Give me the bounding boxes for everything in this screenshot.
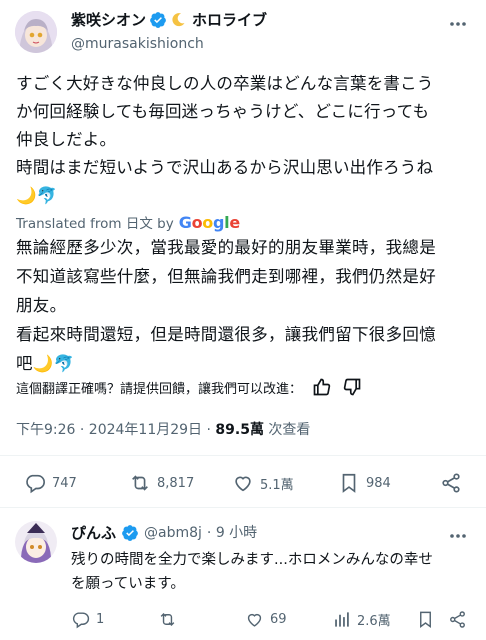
reply-author-avatar[interactable] [15,521,57,563]
reply-author-handle[interactable]: @abm8j [144,524,202,542]
author-handle[interactable]: @murasakishionch [71,35,204,53]
reply-author-name[interactable]: ぴんふ [71,524,116,542]
reply-bookmark-button[interactable] [416,610,435,629]
analytics-icon [332,610,351,629]
thumbs-down-icon[interactable] [342,377,362,397]
share-icon [440,472,462,494]
reply-repost-button[interactable] [158,610,177,629]
heart-icon [232,472,254,494]
verified-badge-icon [149,11,167,29]
reply-reply-button[interactable]: 1 [71,610,104,629]
verified-badge-icon [121,524,139,542]
more-options-icon[interactable] [448,14,468,34]
author-badge: ホロライブ [192,11,268,29]
like-button[interactable]: 5.1萬 [232,472,294,494]
like-count: 5.1萬 [260,477,294,493]
reply-analytics-button[interactable]: 2.6萬 [332,610,391,629]
repost-button[interactable]: 8,817 [129,472,194,494]
crescent-moon-icon [170,12,186,28]
reply-time[interactable]: · 9 小時 [207,524,257,542]
repost-count: 8,817 [157,475,195,491]
share-button[interactable] [440,472,462,494]
reply-reply-count: 1 [96,612,105,627]
thumbs-up-icon[interactable] [312,377,332,397]
repost-icon [129,472,151,494]
author-name[interactable]: 紫咲シオン [71,11,146,29]
reply-text: 残りの時間を全力で楽しみます...ホロメンみんなの幸せ を願っています。 [71,552,433,592]
timestamp[interactable]: 下午9:26 · 2024年11月29日 · [16,422,211,438]
translated-from-label: Translated from 日文 by [16,216,174,232]
reply-share-button[interactable] [448,610,467,629]
google-logo: Google [178,212,240,232]
reply-count: 747 [52,475,77,491]
view-label: 次查看 [268,422,311,438]
bookmark-count: 984 [366,475,391,491]
bookmark-button[interactable]: 984 [338,472,391,494]
more-options-icon[interactable] [448,526,468,546]
author-name-row[interactable]: 紫咲シオン ホロライブ [71,11,267,29]
bookmark-icon [416,610,435,629]
divider [0,455,486,456]
author-avatar[interactable] [15,11,57,53]
tweet-text: すごく大好きな仲良しの人の卒業はどんな言葉を書こう か何回経験しても毎回迷っちゃ… [16,74,434,205]
reply-icon [71,610,90,629]
translation-feedback: 這個翻譯正確嗎？請提供回饋，讓我們可以改進： [16,377,362,397]
translation-attribution: Translated from 日文 by Google [16,212,240,233]
bookmark-icon [338,472,360,494]
tweet-meta: 下午9:26 · 2024年11月29日 · 89.5萬 次查看 [16,419,310,439]
reply-icon [24,472,46,494]
reply-header: ぴんふ @abm8j · 9 小時 [71,524,257,542]
divider [0,507,486,508]
feedback-prompt: 這個翻譯正確嗎？請提供回饋，讓我們可以改進： [16,381,303,397]
repost-icon [158,610,177,629]
view-count: 89.5萬 [215,422,264,438]
reply-button[interactable]: 747 [24,472,77,494]
translated-text: 無論經歷多少次，當我最愛的最好的朋友畢業時，我總是 不知道該寫些什麼，但無論我們… [16,238,436,373]
reply-like-count: 69 [270,612,287,627]
heart-icon [245,610,264,629]
reply-like-button[interactable]: 69 [245,610,287,629]
share-icon [448,610,467,629]
reply-analytics-count: 2.6萬 [357,614,391,629]
